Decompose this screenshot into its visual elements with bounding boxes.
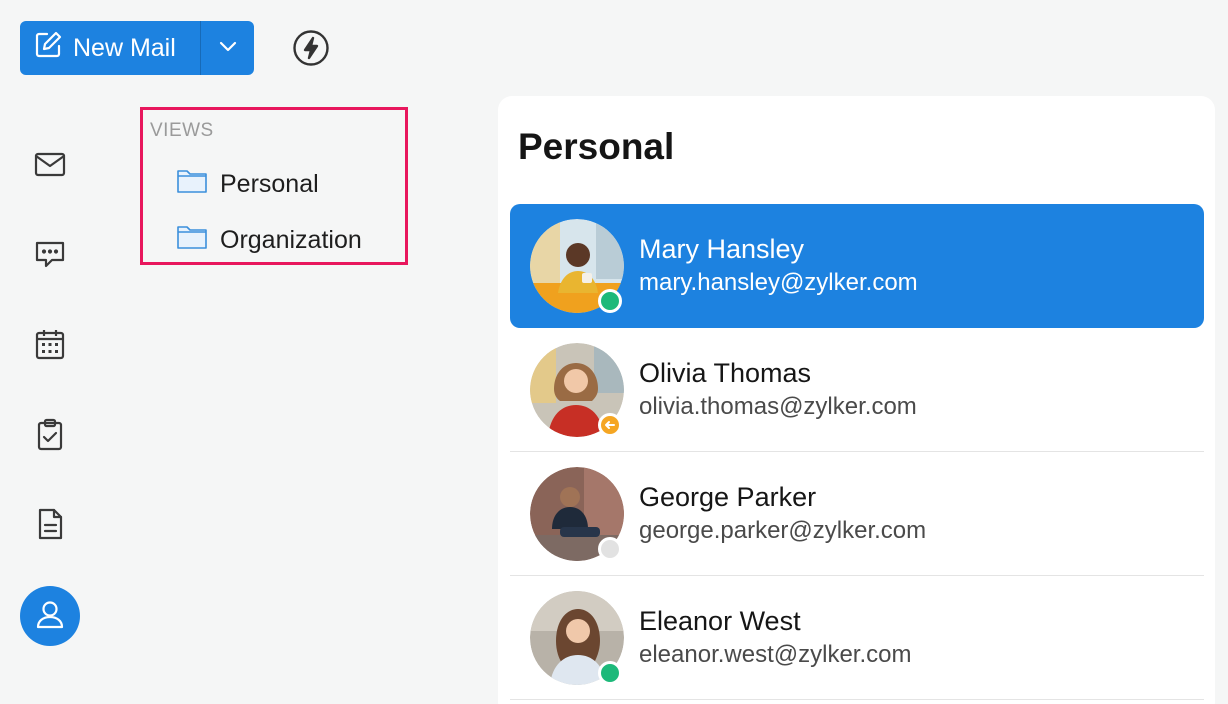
- clipboard-check-icon: [32, 416, 68, 457]
- folder-icon: [176, 223, 208, 258]
- views-panel: VIEWS Personal Organization: [140, 107, 408, 265]
- avatar: [530, 467, 624, 561]
- status-dot-online: [598, 289, 622, 313]
- status-dot-offline: [598, 537, 622, 561]
- chat-icon: [32, 236, 68, 277]
- rail-calendar[interactable]: [30, 326, 70, 366]
- contact-email: george.parker@zylker.com: [639, 517, 927, 544]
- status-dot-away: [598, 413, 622, 437]
- contact-name: Eleanor West: [639, 606, 801, 636]
- mail-icon: [32, 146, 68, 187]
- contact-row-mary-hansley[interactable]: Mary Hansley mary.hansley@zylker.com: [510, 204, 1204, 328]
- avatar: [530, 591, 624, 685]
- contact-email: eleanor.west@zylker.com: [639, 641, 912, 668]
- calendar-icon: [32, 326, 68, 367]
- view-item-label: Organization: [220, 225, 362, 254]
- note-icon: [32, 506, 68, 547]
- view-item-label: Personal: [220, 169, 319, 198]
- contact-row-olivia-thomas[interactable]: Olivia Thomas olivia.thomas@zylker.com: [510, 328, 1204, 452]
- compose-icon: [33, 30, 63, 67]
- views-heading: VIEWS: [150, 120, 214, 141]
- lightning-icon: [292, 30, 330, 71]
- contact-name: Mary Hansley: [639, 234, 805, 264]
- folder-icon: [176, 167, 208, 202]
- contact-email: olivia.thomas@zylker.com: [639, 393, 917, 420]
- page-title: Personal: [518, 126, 675, 167]
- rail-mail[interactable]: [30, 146, 70, 186]
- contact-email: mary.hansley@zylker.com: [639, 269, 918, 296]
- status-dot-online: [598, 661, 622, 685]
- avatar: [530, 343, 624, 437]
- view-item-organization[interactable]: Organization: [176, 220, 362, 260]
- contact-row-eleanor-west[interactable]: Eleanor West eleanor.west@zylker.com: [510, 576, 1204, 700]
- quick-actions-button[interactable]: [292, 29, 330, 67]
- contact-row-george-parker[interactable]: George Parker george.parker@zylker.com: [510, 452, 1204, 576]
- new-mail-dropdown-button[interactable]: [201, 21, 254, 75]
- rail-chat[interactable]: [30, 236, 70, 276]
- rail-notes[interactable]: [30, 506, 70, 546]
- new-mail-button[interactable]: New Mail: [20, 21, 201, 75]
- rail-tasks[interactable]: [30, 416, 70, 456]
- rail-contacts[interactable]: [20, 586, 80, 646]
- view-item-personal[interactable]: Personal: [176, 164, 319, 204]
- user-icon: [33, 597, 67, 636]
- contacts-panel: Personal Mary Hansley mary.hansley@zylke…: [498, 96, 1215, 704]
- avatar: [530, 219, 624, 313]
- contact-name: Olivia Thomas: [639, 358, 812, 388]
- new-mail-label: New Mail: [73, 33, 176, 62]
- chevron-down-icon: [217, 35, 239, 62]
- contact-name: George Parker: [639, 482, 817, 512]
- new-mail-split-button: New Mail: [20, 21, 254, 75]
